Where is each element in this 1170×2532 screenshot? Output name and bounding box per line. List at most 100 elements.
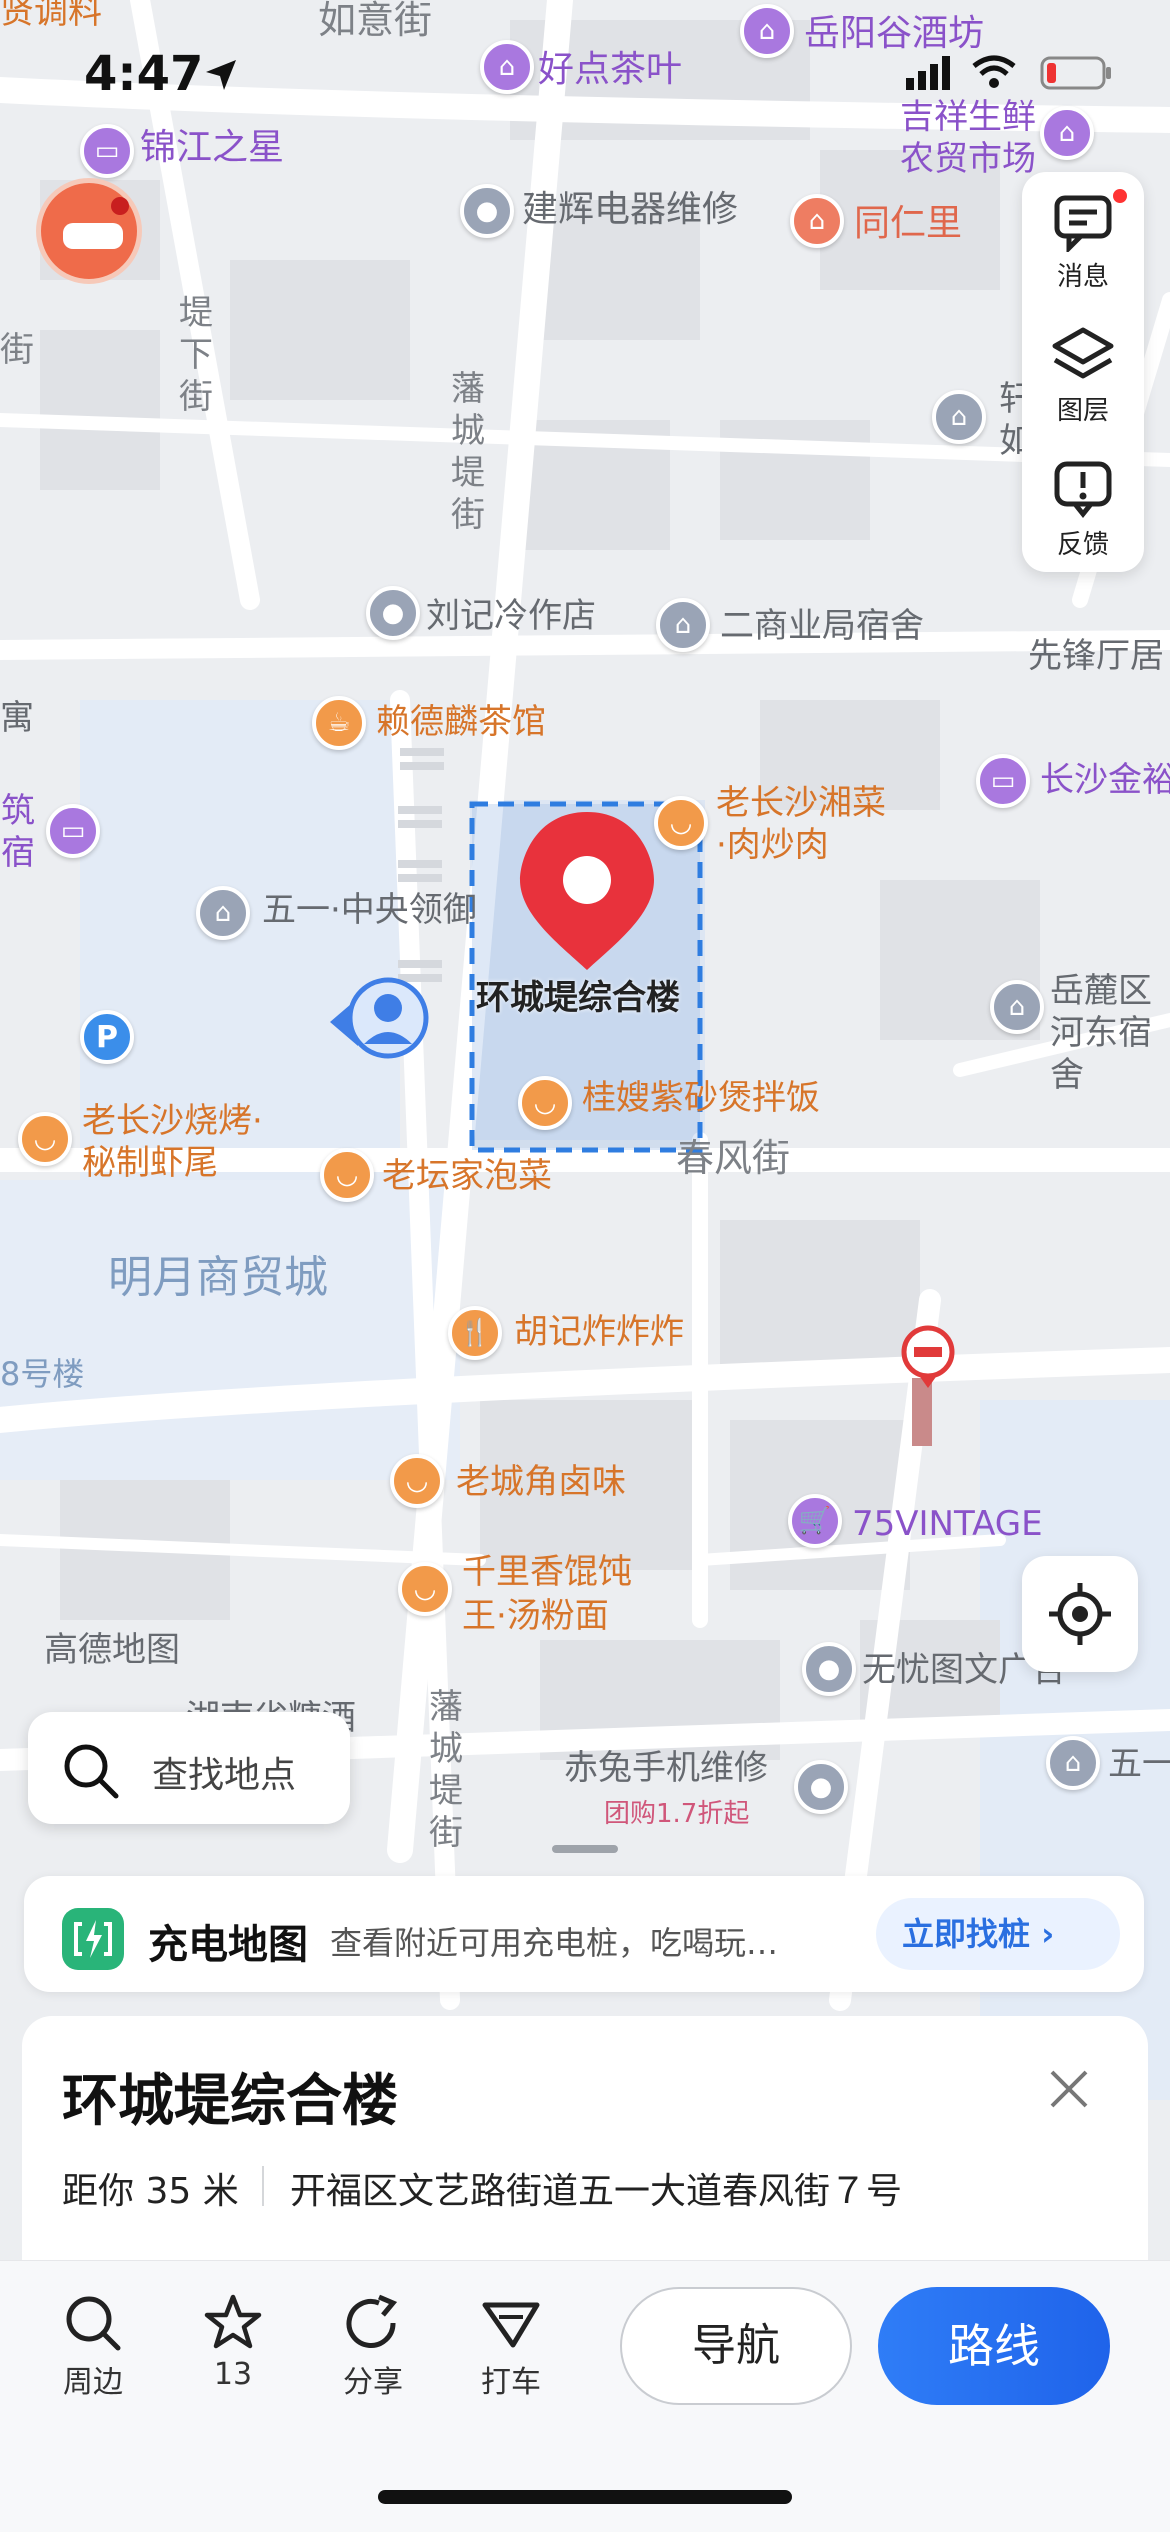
poi-label[interactable]: 桂嫂紫砂煲拌饭 xyxy=(582,1078,820,1118)
battery-icon xyxy=(1040,56,1111,90)
parking-icon[interactable]: P xyxy=(80,1010,134,1064)
charging-map-banner[interactable]: 充电地图 查看附近可用充电桩，吃喝玩… 立即找桩 › xyxy=(24,1876,1144,1992)
favorite-button[interactable]: 13 xyxy=(178,2293,288,2392)
notification-dot xyxy=(1110,186,1130,206)
poi-label[interactable]: 长沙金裕 xyxy=(1040,760,1170,800)
close-icon[interactable] xyxy=(1046,2066,1092,2112)
navigate-button[interactable]: 导航 xyxy=(620,2287,852,2405)
poi-label[interactable]: 同仁里 xyxy=(854,204,962,244)
messages-label: 消息 xyxy=(1056,262,1109,292)
share-icon xyxy=(346,2294,398,2348)
nearby-button[interactable]: 周边 xyxy=(38,2293,148,2401)
poi-label[interactable]: 千里香馄饨王·汤粉面 xyxy=(462,1550,662,1638)
star-icon xyxy=(204,2294,262,2349)
pin-icon[interactable]: ● xyxy=(794,1760,848,1814)
selected-place-label[interactable]: 环城堤综合楼 xyxy=(476,978,680,1018)
poi-label[interactable]: 先锋厅居 xyxy=(1028,636,1164,676)
residence-icon[interactable]: ⌂ xyxy=(932,390,986,444)
pin-icon[interactable]: ● xyxy=(802,1642,856,1696)
wifi-icon xyxy=(972,55,1016,88)
location-arrow-icon xyxy=(206,60,236,90)
search-icon xyxy=(64,1744,119,1799)
taxi-icon xyxy=(482,2302,540,2348)
shopping-cart-icon[interactable]: 🛒 xyxy=(788,1494,842,1548)
feedback-icon xyxy=(1054,461,1112,519)
route-button[interactable]: 路线 xyxy=(878,2287,1110,2405)
residence-icon[interactable]: ⌂ xyxy=(990,980,1044,1034)
residence-icon[interactable]: ⌂ xyxy=(1046,1736,1100,1790)
layers-button[interactable]: 图层 xyxy=(1022,306,1144,436)
hotel-icon[interactable]: ▭ xyxy=(46,804,100,858)
food-icon[interactable]: ◡ xyxy=(18,1112,72,1166)
share-label: 分享 xyxy=(343,2365,403,2400)
charging-title: 充电地图 xyxy=(148,1922,308,1968)
food-icon[interactable]: ◡ xyxy=(654,796,708,850)
search-icon xyxy=(66,2296,121,2351)
taxi-label: 打车 xyxy=(481,2365,541,2400)
poi-label[interactable]: 老坛家泡菜 xyxy=(382,1156,552,1196)
layers-label: 图层 xyxy=(1056,396,1109,426)
teapot-icon[interactable]: ☕ xyxy=(312,696,366,750)
status-time: 4:47 xyxy=(84,46,204,102)
poi-label[interactable]: 二商业局宿舍 xyxy=(720,606,924,646)
taxi-button[interactable]: 打车 xyxy=(456,2293,566,2401)
food-icon[interactable]: ◡ xyxy=(390,1454,444,1508)
area-label: 8号楼 xyxy=(0,1355,85,1393)
feedback-label: 反馈 xyxy=(1056,530,1109,560)
street-label: 堤下街 xyxy=(179,293,213,417)
market-icon[interactable]: ⌂ xyxy=(1040,106,1094,160)
poi-label[interactable]: 贤调料 xyxy=(0,0,102,32)
crosshair-icon xyxy=(1049,1583,1111,1645)
place-title: 环城堤综合楼 xyxy=(62,2069,398,2134)
poi-label[interactable]: 刘记冷作店 xyxy=(426,596,596,636)
food-icon[interactable]: ◡ xyxy=(518,1076,572,1130)
restaurant-icon[interactable]: 🍴 xyxy=(448,1306,502,1360)
charging-icon xyxy=(62,1908,124,1970)
promo-avatar[interactable] xyxy=(36,178,142,284)
hotel-icon[interactable]: ▭ xyxy=(80,124,134,178)
poi-label[interactable]: 老长沙湘菜·肉炒肉 xyxy=(716,782,896,866)
drag-handle[interactable] xyxy=(552,1845,618,1853)
place-distance: 距你 35 米 xyxy=(62,2171,239,2212)
food-icon[interactable]: ◡ xyxy=(320,1148,374,1202)
map-tools-panel: 消息 图层 反馈 xyxy=(1022,172,1144,572)
poi-label[interactable]: 五一 xyxy=(1108,1744,1170,1784)
food-icon[interactable]: ◡ xyxy=(398,1562,452,1616)
street-label: 春风街 xyxy=(676,1136,791,1180)
home-indicator xyxy=(378,2490,792,2504)
divider xyxy=(262,2166,264,2206)
feedback-button[interactable]: 反馈 xyxy=(1022,440,1144,570)
poi-label[interactable]: 75VINTAGE xyxy=(852,1504,1043,1544)
share-button[interactable]: 分享 xyxy=(318,2293,428,2401)
poi-label[interactable]: 建辉电器维修 xyxy=(522,190,738,230)
place-address: 开福区文艺路街道五一大道春风街７号 xyxy=(290,2171,903,2212)
poi-label[interactable]: 赤兔手机维修 xyxy=(564,1748,768,1788)
find-charger-button[interactable]: 立即找桩 › xyxy=(876,1898,1120,1970)
street-label: 藩城堤街 xyxy=(451,369,485,535)
hotel-icon[interactable]: ▭ xyxy=(976,754,1030,808)
street-label: 街 xyxy=(0,330,34,370)
residence-icon[interactable]: ⌂ xyxy=(656,598,710,652)
poi-label[interactable]: 老城角卤味 xyxy=(456,1462,626,1502)
promo-label[interactable]: 团购1.7折起 xyxy=(604,1794,749,1834)
poi-label[interactable]: 筑宿 xyxy=(0,790,36,874)
locate-me-button[interactable] xyxy=(1022,1556,1138,1672)
poi-label[interactable]: 锦江之星 xyxy=(140,128,284,168)
pin-icon[interactable]: ● xyxy=(460,184,514,238)
message-icon xyxy=(1054,195,1112,252)
poi-label[interactable]: 五一·中央领御 xyxy=(262,890,477,930)
search-box[interactable]: 查找地点 xyxy=(28,1712,350,1824)
residence-icon[interactable]: ⌂ xyxy=(196,886,250,940)
poi-label[interactable]: 胡记炸炸炸 xyxy=(514,1312,684,1352)
charging-description: 查看附近可用充电桩，吃喝玩… xyxy=(330,1924,779,1962)
poi-label[interactable]: 老长沙烧烤·秘制虾尾 xyxy=(82,1100,282,1184)
poi-label[interactable]: 岳麓区河东宿舍 xyxy=(1050,970,1170,1096)
poi-label[interactable]: 寓 xyxy=(0,698,34,738)
pin-icon[interactable]: ● xyxy=(366,586,420,640)
street-label: 藩城堤街 xyxy=(429,1687,463,1853)
nearby-label: 周边 xyxy=(63,2365,123,2400)
messages-button[interactable]: 消息 xyxy=(1022,172,1144,302)
signal-icon xyxy=(906,56,950,90)
poi-label[interactable]: 赖德麟茶馆 xyxy=(376,702,546,742)
landmark-icon[interactable]: ⌂ xyxy=(790,194,844,248)
